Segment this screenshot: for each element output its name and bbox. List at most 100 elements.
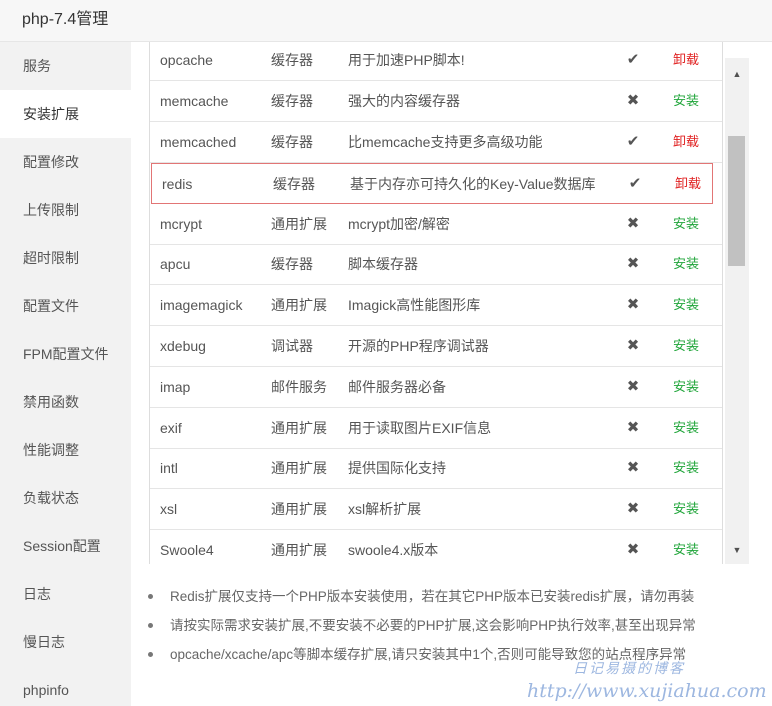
install-button[interactable]: 安装 xyxy=(673,244,699,284)
extension-name: intl xyxy=(160,460,178,477)
extension-row-memcache: memcache 缓存器 强大的内容缓存器 ✖ 安装 xyxy=(150,81,722,123)
extension-type: 通用扩展 xyxy=(271,419,327,436)
not-installed-x-icon: ✖ xyxy=(626,92,640,110)
extension-description: 提供国际化支持 xyxy=(348,460,446,477)
sidebar-item-fpm-config[interactable]: FPM配置文件 xyxy=(0,330,131,378)
install-button[interactable]: 安装 xyxy=(673,408,699,448)
not-installed-x-icon: ✖ xyxy=(626,500,640,518)
sidebar-item-session-config[interactable]: Session配置 xyxy=(0,522,131,570)
extension-description: 比memcache支持更多高级功能 xyxy=(348,134,543,150)
watermark-text: 日记易摄的博客 xyxy=(573,661,685,677)
extension-name: apcu xyxy=(160,256,191,273)
extension-row-intl: intl 通用扩展 提供国际化支持 ✖ 安装 xyxy=(150,448,722,490)
uninstall-button[interactable]: 卸载 xyxy=(675,164,701,204)
not-installed-x-icon: ✖ xyxy=(626,337,640,354)
extension-name: memcached xyxy=(160,134,237,150)
extension-name: redis xyxy=(162,175,193,192)
extension-name: imap xyxy=(160,378,191,395)
install-button[interactable]: 安装 xyxy=(673,448,699,488)
extension-row-swoole4: Swoole4 通用扩展 swoole4.x版本 ✖ 安装 xyxy=(150,530,722,564)
extension-row-exif: exif 通用扩展 用于读取图片EXIF信息 ✖ 安装 xyxy=(150,408,722,449)
not-installed-x-icon: ✖ xyxy=(626,377,640,395)
sidebar: 服务 安装扩展 配置修改 上传限制 超时限制 配置文件 FPM配置文件 禁用函数… xyxy=(0,42,131,706)
install-button[interactable]: 安装 xyxy=(673,285,699,325)
scroll-up-icon[interactable]: ▲ xyxy=(725,65,749,83)
bullet-icon xyxy=(148,623,153,628)
extension-type: 邮件服务 xyxy=(271,378,327,395)
sidebar-item-disabled-functions[interactable]: 禁用函数 xyxy=(0,378,131,426)
extension-description: swoole4.x版本 xyxy=(348,542,439,558)
not-installed-x-icon: ✖ xyxy=(626,296,640,314)
not-installed-x-icon: ✖ xyxy=(626,541,640,558)
install-button[interactable]: 安装 xyxy=(673,530,699,564)
extension-description: 脚本缓存器 xyxy=(348,256,418,273)
install-button[interactable]: 安装 xyxy=(673,204,699,244)
watermark-url: http://www.xujiahua.com xyxy=(527,680,767,702)
sidebar-item-service[interactable]: 服务 xyxy=(0,42,131,90)
extension-name: imagemagick xyxy=(160,297,243,314)
extension-type: 通用扩展 xyxy=(271,215,327,232)
extension-description: 强大的内容缓存器 xyxy=(348,93,460,110)
sidebar-item-install-extension[interactable]: 安装扩展 xyxy=(0,90,131,138)
window-title: php-7.4管理 xyxy=(0,0,772,42)
extension-description: xsl解析扩展 xyxy=(348,501,422,518)
extension-row-xdebug: xdebug 调试器 开源的PHP程序调试器 ✖ 安装 xyxy=(150,326,722,367)
extension-row-redis: redis 缓存器 基于内存亦可持久化的Key-Value数据库 ✔ 卸载 xyxy=(151,162,713,204)
extension-row-opcache: opcache 缓存器 用于加速PHP脚本! ✔ 卸载 xyxy=(150,42,722,82)
extension-table: opcache 缓存器 用于加速PHP脚本! ✔ 卸载 memcache 缓存器 强大的内容缓… xyxy=(149,42,723,564)
note-item: 请按实际需求安装扩展,不要安装不必要的PHP扩展,这会影响PHP执行效率,甚至出… xyxy=(145,611,745,640)
extension-description: 邮件服务器必备 xyxy=(348,378,446,395)
install-button[interactable]: 安装 xyxy=(673,81,699,121)
bullet-icon xyxy=(148,652,153,657)
table-scrollbar[interactable]: ▲ ▼ xyxy=(725,58,749,564)
extension-description: mcrypt加密/解密 xyxy=(348,215,450,232)
extension-type: 通用扩展 xyxy=(271,501,327,518)
extension-type: 调试器 xyxy=(271,338,313,354)
extension-row-imap: imap 邮件服务 邮件服务器必备 ✖ 安装 xyxy=(150,367,722,408)
uninstall-button[interactable]: 卸载 xyxy=(673,42,699,80)
not-installed-x-icon: ✖ xyxy=(626,418,640,436)
extension-row-memcached: memcached 缓存器 比memcache支持更多高级功能 ✔ 卸载 xyxy=(150,122,722,163)
extension-row-apcu: apcu 缓存器 脚本缓存器 ✖ 安装 xyxy=(150,244,722,286)
sidebar-item-phpinfo[interactable]: phpinfo xyxy=(0,666,131,706)
install-button[interactable]: 安装 xyxy=(673,489,699,529)
note-text: 请按实际需求安装扩展,不要安装不必要的PHP扩展,这会影响PHP执行效率,甚至出… xyxy=(170,618,696,633)
extension-description: Imagick高性能图形库 xyxy=(348,297,481,314)
sidebar-item-load-status[interactable]: 负载状态 xyxy=(0,474,131,522)
extension-type: 通用扩展 xyxy=(271,460,327,477)
extension-type: 缓存器 xyxy=(271,93,313,110)
installed-check-icon: ✔ xyxy=(626,51,640,69)
extension-type: 缓存器 xyxy=(271,256,313,273)
sidebar-item-upload-limit[interactable]: 上传限制 xyxy=(0,186,131,234)
scroll-down-icon[interactable]: ▼ xyxy=(725,541,749,559)
not-installed-x-icon: ✖ xyxy=(626,214,640,232)
note-item: Redis扩展仅支持一个PHP版本安装使用，若在其它PHP版本已安装redis扩… xyxy=(145,582,745,611)
scrollbar-thumb[interactable] xyxy=(728,136,745,266)
extension-name: memcache xyxy=(160,93,229,110)
sidebar-item-config-file[interactable]: 配置文件 xyxy=(0,282,131,330)
installed-check-icon: ✔ xyxy=(626,133,640,150)
extension-type: 通用扩展 xyxy=(271,297,327,314)
extension-description: 基于内存亦可持久化的Key-Value数据库 xyxy=(350,175,596,192)
extension-type: 通用扩展 xyxy=(271,542,327,558)
sidebar-item-performance[interactable]: 性能调整 xyxy=(0,426,131,474)
install-button[interactable]: 安装 xyxy=(673,367,699,407)
extension-row-mcrypt: mcrypt 通用扩展 mcrypt加密/解密 ✖ 安装 xyxy=(150,204,722,245)
uninstall-button[interactable]: 卸载 xyxy=(673,122,699,162)
extension-name: xsl xyxy=(160,501,178,518)
extension-row-imagemagick: imagemagick 通用扩展 Imagick高性能图形库 ✖ 安装 xyxy=(150,285,722,327)
sidebar-item-timeout-limit[interactable]: 超时限制 xyxy=(0,234,131,282)
extension-name: Swoole4 xyxy=(160,542,214,558)
extension-type: 缓存器 xyxy=(271,52,313,69)
note-text: Redis扩展仅支持一个PHP版本安装使用，若在其它PHP版本已安装redis扩… xyxy=(170,589,695,604)
extension-description: 开源的PHP程序调试器 xyxy=(348,338,489,354)
sidebar-item-config-edit[interactable]: 配置修改 xyxy=(0,138,131,186)
sidebar-item-log[interactable]: 日志 xyxy=(0,570,131,618)
extension-name: xdebug xyxy=(160,338,206,354)
extension-name: opcache xyxy=(160,52,213,69)
not-installed-x-icon: ✖ xyxy=(626,255,640,273)
install-button[interactable]: 安装 xyxy=(673,326,699,366)
extension-name: exif xyxy=(160,419,182,436)
extension-description: 用于加速PHP脚本! xyxy=(348,52,465,69)
sidebar-item-slow-log[interactable]: 慢日志 xyxy=(0,618,131,666)
